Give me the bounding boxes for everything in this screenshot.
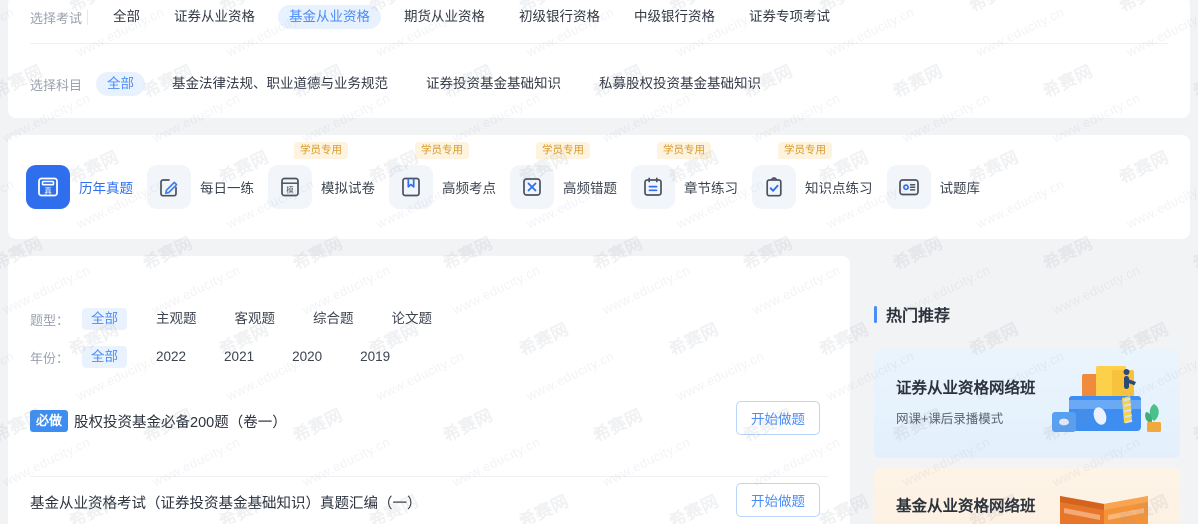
type-chip-3[interactable]: 综合题 xyxy=(304,308,363,330)
tool-label: 试题库 xyxy=(939,181,981,196)
tool-item-wrong-questions[interactable]: 学员专用 高频错题 xyxy=(510,142,617,209)
tool-label: 高频错题 xyxy=(563,181,617,196)
cross-box-icon xyxy=(510,165,554,209)
exam-chip-4[interactable]: 初级银行资格 xyxy=(508,5,611,29)
exam-chip-6[interactable]: 证券专项考试 xyxy=(738,5,841,29)
question-row-content: 基金从业资格考试（证券投资基金基础知识）真题汇编（一） xyxy=(30,492,828,513)
exam-filter-row: 选择考试 全部 证券从业资格 基金从业资格 期货从业资格 初级银行资格 中级银行… xyxy=(30,3,853,31)
pencil-square-icon xyxy=(147,165,191,209)
question-list-panel: 题型： 全部 主观题 客观题 综合题 论文题 年份： 全部 2022 2021 … xyxy=(8,256,850,524)
recommend-card-subtitle: 网课+课后录播模式 xyxy=(896,412,1004,426)
svg-text:模: 模 xyxy=(286,186,294,195)
tools-row: 真 历年真题 每日一练 学员专用 模 模拟试卷 学员专用 高频考点 学员专用 高… xyxy=(26,135,1180,239)
tool-item-history-exams[interactable]: 真 历年真题 xyxy=(26,165,133,209)
type-chip-0[interactable]: 全部 xyxy=(82,307,127,331)
subject-chip-3[interactable]: 私募股权投资基金基础知识 xyxy=(588,72,772,96)
tool-label: 高频考点 xyxy=(442,181,496,196)
subject-chip-0[interactable]: 全部 xyxy=(96,72,145,96)
exam-chip-0[interactable]: 全部 xyxy=(102,5,151,29)
filter-divider xyxy=(30,43,1168,44)
type-filter-row: 题型： 全部 主观题 客观题 综合题 论文题 xyxy=(30,306,461,332)
year-chip-3[interactable]: 2020 xyxy=(283,346,331,368)
year-chip-1[interactable]: 2022 xyxy=(147,346,195,368)
tool-item-knowledge-practice[interactable]: 学员专用 知识点练习 xyxy=(752,142,873,209)
year-chip-4[interactable]: 2019 xyxy=(351,346,399,368)
type-filter-label: 题型： xyxy=(30,312,70,328)
year-filter-label: 年份： xyxy=(30,350,70,366)
question-row: 基金从业资格考试（证券投资基金基础知识）真题汇编（一） 开始做题 xyxy=(30,476,828,524)
title-accent-bar xyxy=(874,305,877,323)
tools-panel: 真 历年真题 每日一练 学员专用 模 模拟试卷 学员专用 高频考点 学员专用 高… xyxy=(8,135,1190,239)
tool-label: 章节练习 xyxy=(684,181,738,196)
recommend-card[interactable]: 证券从业资格网络班 网课+课后录播模式 xyxy=(874,350,1180,458)
type-chip-4[interactable]: 论文题 xyxy=(383,308,442,330)
year-chip-2[interactable]: 2021 xyxy=(215,346,263,368)
question-title[interactable]: 基金从业资格考试（证券投资基金基础知识）真题汇编（一） xyxy=(30,492,422,513)
sidebar-title-text: 热门推荐 xyxy=(886,308,951,325)
must-do-badge: 必做 xyxy=(30,410,69,433)
tool-item-mock-paper[interactable]: 学员专用 模 模拟试卷 xyxy=(268,142,375,209)
exam-paper-icon: 真 xyxy=(26,165,70,209)
bookmark-icon xyxy=(389,165,433,209)
tool-item-daily-practice[interactable]: 每日一练 xyxy=(147,165,254,209)
calendar-lines-icon xyxy=(631,165,675,209)
exam-chip-2[interactable]: 基金从业资格 xyxy=(278,5,381,29)
tool-item-chapter-practice[interactable]: 学员专用 章节练习 xyxy=(631,142,738,209)
student-only-badge: 学员专用 xyxy=(778,142,832,160)
tool-item-question-bank[interactable]: 试题库 xyxy=(886,165,981,209)
sidebar-panel: 热门推荐 证券从业资格网络班 网课+课后录播模式 基金从业资格网络班 xyxy=(864,256,1190,524)
tool-label: 模拟试卷 xyxy=(321,181,375,196)
question-row-content: 必做 股权投资基金必备200题（卷一） xyxy=(30,410,828,433)
id-card-icon xyxy=(886,165,931,209)
question-title[interactable]: 股权投资基金必备200题（卷一） xyxy=(74,411,287,432)
subject-filter-label: 选择科目 xyxy=(30,77,83,93)
type-chip-1[interactable]: 主观题 xyxy=(147,308,206,330)
subject-chip-1[interactable]: 基金法律法规、职业道德与业务规范 xyxy=(161,72,399,96)
filter-panel: 选择考试 全部 证券从业资格 基金从业资格 期货从业资格 初级银行资格 中级银行… xyxy=(8,0,1190,118)
exam-chip-1[interactable]: 证券从业资格 xyxy=(163,5,266,29)
start-practice-button[interactable]: 开始做题 xyxy=(736,483,820,517)
tool-label: 每日一练 xyxy=(200,181,254,196)
type-chip-2[interactable]: 客观题 xyxy=(226,308,285,330)
exam-chip-5[interactable]: 中级银行资格 xyxy=(623,5,726,29)
exam-chip-3[interactable]: 期货从业资格 xyxy=(393,5,496,29)
mock-paper-icon: 模 xyxy=(268,165,312,209)
exam-filter-label: 选择考试 xyxy=(30,8,96,27)
orange-books-illustration xyxy=(1042,474,1174,524)
student-only-badge: 学员专用 xyxy=(657,142,711,160)
recommend-card-title: 证券从业资格网络班 xyxy=(896,380,1036,397)
question-row: 必做 股权投资基金必备200题（卷一） 开始做题 xyxy=(30,394,828,476)
desk-toolbox-illustration xyxy=(1042,356,1174,452)
clipboard-check-icon xyxy=(752,165,796,209)
sidebar-title: 热门推荐 xyxy=(874,302,950,326)
tool-label: 知识点练习 xyxy=(805,181,873,196)
svg-text:真: 真 xyxy=(44,185,52,195)
subject-chip-2[interactable]: 证券投资基金基础知识 xyxy=(415,72,572,96)
page-root: 选择考试 全部 证券从业资格 基金从业资格 期货从业资格 初级银行资格 中级银行… xyxy=(0,0,1198,524)
student-only-badge: 学员专用 xyxy=(294,142,348,160)
student-only-badge: 学员专用 xyxy=(536,142,590,160)
recommend-card-title: 基金从业资格网络班 xyxy=(896,498,1036,515)
year-filter-row: 年份： 全部 2022 2021 2020 2019 xyxy=(30,344,419,370)
year-chip-0[interactable]: 全部 xyxy=(82,345,127,369)
tool-item-key-points[interactable]: 学员专用 高频考点 xyxy=(389,142,496,209)
student-only-badge: 学员专用 xyxy=(415,142,469,160)
start-practice-button[interactable]: 开始做题 xyxy=(736,401,820,435)
tool-label: 历年真题 xyxy=(79,181,133,196)
subject-filter-row: 选择科目 全部 基金法律法规、职业道德与业务规范 证券投资基金基础知识 私募股权… xyxy=(30,70,788,98)
recommend-card[interactable]: 基金从业资格网络班 xyxy=(874,468,1180,524)
